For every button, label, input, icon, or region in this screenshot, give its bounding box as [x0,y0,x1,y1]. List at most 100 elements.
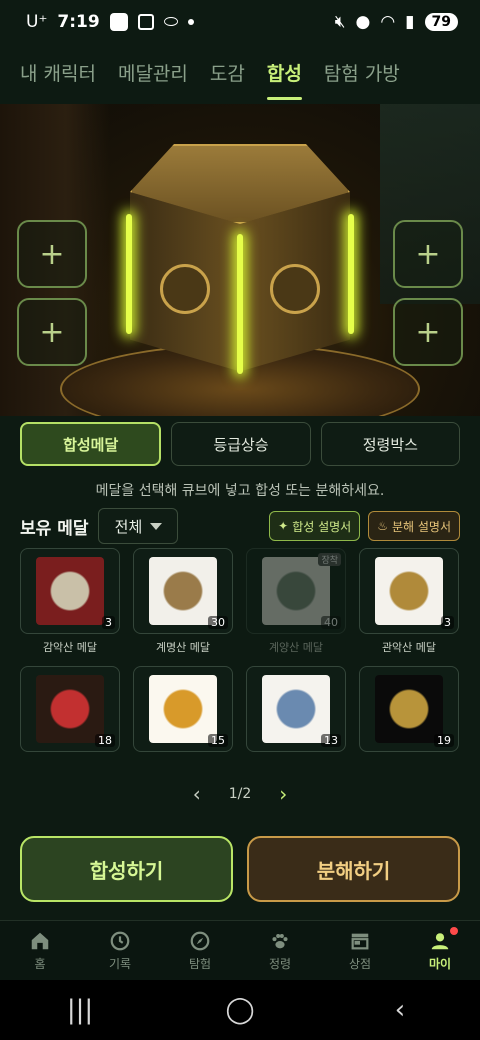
medal-count: 40 [321,616,341,629]
medal-image [262,557,330,625]
nav-history[interactable]: 기록 [80,929,160,972]
next-page-button[interactable]: › [279,782,287,806]
carrier-label: U⁺ [26,12,48,32]
medal-count: 13 [321,734,341,747]
tab-medal-management[interactable]: 메달관리 [118,51,188,94]
medal-count: 30 [208,616,228,629]
medal-grid: 3 감악산 메달 30 계명산 메달 장착 40 계양산 메달 3 관악산 메달 18 15 13 19 [20,548,460,784]
top-tabs: 내 캐릭터 메달관리 도감 합성 탐험 가방 [0,44,480,100]
synthesis-mode-tabs: 합성메달 등급상승 정령박스 [20,422,460,466]
synthesis-guide-button[interactable]: ✦ 합성 설명서 [269,511,361,541]
signal-icon: ▮ [405,12,415,32]
paw-icon [268,929,292,953]
medal-item: 15 [133,666,233,784]
home-icon [28,929,52,953]
nav-store[interactable]: 상점 [320,929,400,972]
cube-emblem-right [270,264,320,314]
medal-item: 3 감악산 메달 [20,548,120,666]
medal-image [36,675,104,743]
app-notification-icon [109,13,128,31]
nav-explore-label: 탐험 [188,957,212,971]
medal-count: 18 [95,734,115,747]
medal-filter-select[interactable]: 전체 [98,508,179,544]
medal-image [36,557,104,625]
decompose-guide-button[interactable]: ♨ 분해 설명서 [368,511,460,541]
cube-glow-right [348,214,354,334]
notification-dot [450,927,458,935]
tab-exploration-bag[interactable]: 탐험 가방 [324,51,400,94]
medal-item: 19 [359,666,459,784]
synthesis-guide-label: 합성 설명서 [292,519,352,534]
medal-card[interactable]: 장착 40 [246,548,346,634]
medal-slot-4[interactable]: + [393,298,463,366]
location-icon: ● [355,12,371,32]
medal-slot-1[interactable]: + [17,220,87,288]
fire-icon: ♨ [377,519,388,533]
synthesis-cube[interactable] [126,144,354,384]
chevron-down-icon [150,522,163,530]
history-icon [108,929,132,953]
tab-collection[interactable]: 도감 [210,51,245,94]
medal-card[interactable]: 15 [133,666,233,752]
page-indicator: 1/2 [228,786,252,802]
medal-card[interactable]: 19 [359,666,459,752]
prev-page-button[interactable]: ‹ [193,782,201,806]
medal-name: 계명산 메달 [155,641,211,654]
nav-explore[interactable]: 탐험 [160,929,240,972]
action-buttons: 합성하기 분해하기 [20,836,460,902]
status-right: 🔇︎ ● ◠ ▮ 79 [335,12,458,32]
tab-spirit-box[interactable]: 정령박스 [320,422,460,466]
tab-my-character[interactable]: 내 캐릭터 [20,51,96,94]
tab-grade-upgrade[interactable]: 등급상승 [171,422,311,466]
owned-medal-bar: 보유 메달 전체 ✦ 합성 설명서 ♨ 분해 설명서 [20,508,460,544]
synthesize-button[interactable]: 합성하기 [20,836,233,902]
recent-apps-icon[interactable]: ||| [40,995,120,1025]
clock: 7:19 [57,12,100,32]
medal-image [375,557,443,625]
medal-count: 3 [441,616,454,629]
tab-synthesis[interactable]: 합성 [266,51,302,100]
medal-item: 3 관악산 메달 [359,548,459,666]
back-icon[interactable]: ‹ [360,995,440,1025]
medal-name: 관악산 메달 [381,641,437,654]
cube-emblem-left [160,264,210,314]
nav-my-label: 마이 [428,957,452,971]
nav-spirit[interactable]: 정령 [240,929,320,972]
medal-image [149,557,217,625]
decompose-guide-label: 분해 설명서 [391,519,451,534]
medal-item: 장착 40 계양산 메달 [246,548,346,666]
pill-icon: ⬭ [163,12,179,32]
medal-name: 감악산 메달 [42,641,98,654]
medal-item: 30 계명산 메달 [133,548,233,666]
medal-image [375,675,443,743]
compass-icon [188,929,212,953]
more-notifications-icon [188,19,195,25]
medal-image [262,675,330,743]
synthesis-cube-scene: + + + + [0,104,480,416]
home-button-icon[interactable]: ◯ [200,995,280,1025]
screenshot-icon [137,14,154,30]
filter-value: 전체 [114,517,143,536]
mute-icon: 🔇︎ [334,12,346,32]
medal-card[interactable]: 30 [133,548,233,634]
store-icon [348,929,372,953]
medal-count: 15 [208,734,228,747]
nav-home[interactable]: 홈 [0,929,80,972]
medal-card[interactable]: 3 [20,548,120,634]
medal-name: 계양산 메달 [268,641,324,654]
battery-indicator: 79 [424,13,458,31]
nav-my[interactable]: 마이 [400,927,480,972]
bottom-navigation: 홈 기록 탐험 정령 상점 마이 [0,920,480,980]
wifi-icon: ◠ [380,12,396,32]
sparkle-icon: ✦ [278,519,289,533]
medal-card[interactable]: 13 [246,666,346,752]
medal-image [149,675,217,743]
decompose-button[interactable]: 분해하기 [247,836,460,902]
guide-text: 메달을 선택해 큐브에 넣고 합성 또는 분해하세요. [95,483,385,499]
medal-card[interactable]: 18 [20,666,120,752]
tab-synthesis-medal[interactable]: 합성메달 [20,422,162,466]
medal-slot-3[interactable]: + [393,220,463,288]
owned-medal-title: 보유 메달 [20,518,89,539]
medal-card[interactable]: 3 [359,548,459,634]
medal-slot-2[interactable]: + [17,298,87,366]
